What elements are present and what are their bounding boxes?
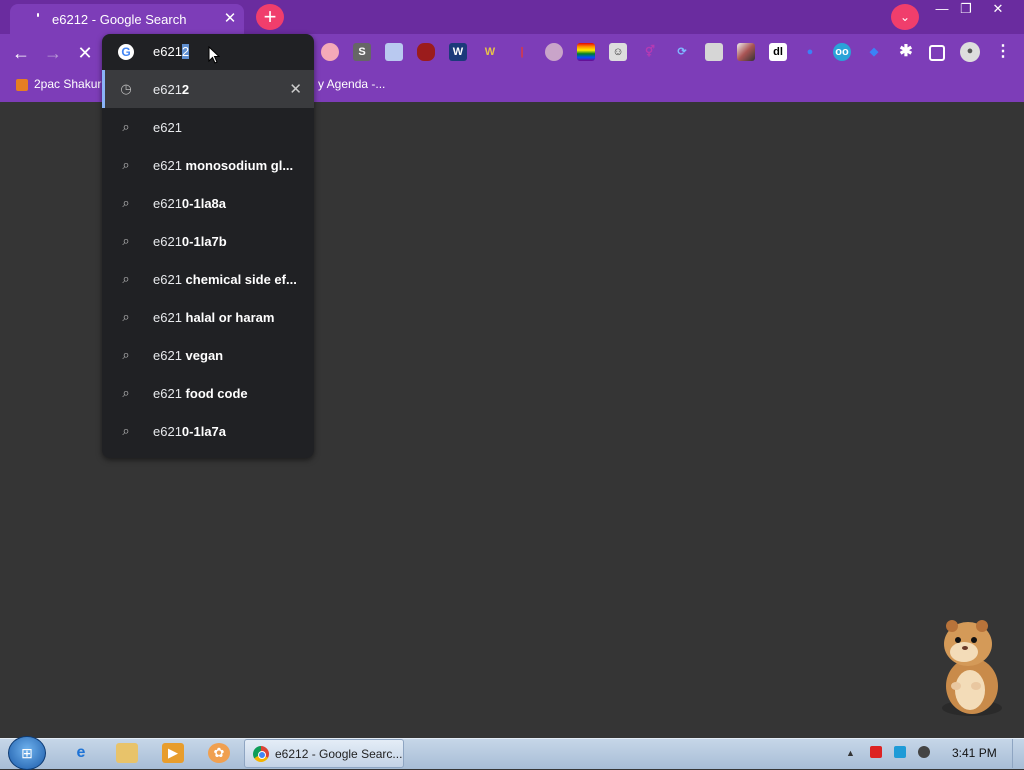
extension-box-icon[interactable]	[705, 43, 723, 61]
extension-trans-flag-icon[interactable]	[321, 43, 339, 61]
suggestion-label: e6210-1la7b	[153, 233, 227, 249]
task-label: e6212 - Google Searc...	[275, 746, 403, 761]
google-icon: G	[118, 44, 134, 60]
extension-flag-icon[interactable]	[385, 43, 403, 61]
extension-progress-flag-icon[interactable]	[737, 43, 755, 61]
sidepanel-icon[interactable]	[929, 45, 945, 61]
extension-face-icon[interactable]: ☺	[609, 43, 627, 61]
omnibox-dropdown: G e6212 ◷ e6212 ✕ ⌕ e621 ⌕ e621 monosodi…	[102, 34, 314, 458]
taskbar-clock[interactable]: 3:41 PM	[952, 746, 997, 760]
extension-drop-icon[interactable]: ●	[801, 43, 819, 61]
suggestion-label: e621 chemical side ef...	[153, 271, 297, 287]
suggestion-label: e621 vegan	[153, 347, 224, 363]
search-icon: ⌕	[122, 385, 130, 400]
suggestion-item[interactable]: ⌕ e6210-1la7a	[102, 412, 314, 450]
chrome-icon	[253, 745, 269, 762]
extension-eyes-icon[interactable]: oo	[833, 43, 851, 61]
typed-text: e621	[153, 44, 182, 59]
mouse-cursor-icon	[208, 46, 220, 64]
taskbar-chrome-task[interactable]: e6212 - Google Searc...	[244, 739, 404, 768]
media-player-icon[interactable]: ▶	[162, 743, 184, 763]
extension-ublock-icon[interactable]	[417, 43, 435, 61]
search-icon: ⌕	[122, 119, 130, 134]
new-tab-button[interactable]: +	[256, 4, 284, 30]
show-desktop-button[interactable]	[1012, 739, 1024, 768]
extension-elephant-icon[interactable]: ◆	[865, 43, 883, 61]
suggestion-item[interactable]: ⌕ e621 halal or haram	[102, 298, 314, 336]
tray-flag-icon[interactable]	[870, 746, 882, 758]
restore-button[interactable]: ❐	[952, 0, 980, 18]
suggestion-label: e621	[153, 119, 182, 135]
suggestion-item[interactable]: ⌕ e621 food code	[102, 374, 314, 412]
tab-close-icon[interactable]: ✕	[222, 11, 238, 27]
tab-title: e6212 - Google Search	[52, 11, 187, 27]
loading-icon	[32, 13, 44, 25]
forward-button[interactable]: →	[42, 42, 64, 64]
remove-suggestion-icon[interactable]: ✕	[289, 80, 302, 98]
selected-text: 2	[181, 44, 190, 59]
bookmark-agenda[interactable]: y Agenda -...	[318, 77, 385, 91]
suggestion-item[interactable]: ⌕ e621 chemical side ef...	[102, 260, 314, 298]
search-icon: ⌕	[122, 157, 130, 172]
bookmark-favicon-icon	[16, 78, 28, 91]
suggestion-label: e6210-1la7a	[153, 423, 227, 439]
search-icon: ⌕	[122, 195, 130, 210]
window-close-button[interactable]: ✕	[984, 0, 1012, 18]
extension-dl-icon[interactable]: dl	[769, 43, 787, 61]
suggestion-item[interactable]: ⌕ e621	[102, 108, 314, 146]
extension-pin-icon[interactable]: |	[513, 43, 531, 61]
suggestion-item[interactable]: ⌕ e621 vegan	[102, 336, 314, 374]
file-explorer-icon[interactable]	[116, 743, 138, 763]
back-button[interactable]: ←	[10, 42, 32, 64]
search-icon: ⌕	[122, 233, 130, 248]
extension-wi-icon[interactable]: W	[449, 43, 467, 61]
extension-w-icon[interactable]: W	[481, 43, 499, 61]
tray-network-icon[interactable]	[894, 746, 906, 758]
suggestion-label: e621 food code	[153, 385, 248, 401]
app-icon[interactable]: ✿	[208, 743, 230, 763]
suggestion-label: e6212	[153, 81, 190, 97]
start-button[interactable]: ⊞	[8, 736, 46, 770]
extension-rainbow-icon[interactable]	[577, 43, 595, 61]
menu-icon[interactable]: ⋮	[994, 43, 1012, 61]
suggestion-item[interactable]: ⌕ e6210-1la7b	[102, 222, 314, 260]
extension-s-icon[interactable]: S	[353, 43, 371, 61]
history-icon: ◷	[120, 81, 132, 96]
bookmark-2pac[interactable]: 2pac Shakur	[16, 77, 101, 91]
bookmark-label: y Agenda -...	[318, 77, 386, 91]
profile-avatar-icon[interactable]: ●	[960, 42, 980, 62]
search-icon: ⌕	[122, 423, 130, 438]
suggestion-item[interactable]: ⌕ e621 monosodium gl...	[102, 146, 314, 184]
extension-sync-icon[interactable]: ⟳	[673, 43, 691, 61]
tab-google-search[interactable]: e6212 - Google Search ✕	[10, 4, 244, 34]
search-icon: ⌕	[122, 347, 130, 362]
extensions-puzzle-icon[interactable]: ✱	[897, 43, 915, 61]
suggestion-label: e621 halal or haram	[153, 309, 275, 325]
tray-expand-icon[interactable]: ▲	[846, 749, 855, 758]
hamster-mascot-icon	[942, 620, 1002, 716]
stop-button[interactable]: ✕	[74, 42, 96, 64]
suggestion-history[interactable]: ◷ e6212 ✕	[102, 70, 314, 108]
search-icon: ⌕	[122, 271, 130, 286]
suggestion-label: e6210-1la8a	[153, 195, 227, 211]
tab-search-button[interactable]: ⌄	[891, 4, 919, 30]
suggestion-label: e621 monosodium gl...	[153, 157, 294, 173]
extension-symbol-icon[interactable]: ⚥	[641, 43, 659, 61]
extension-avatar-icon[interactable]	[545, 43, 563, 61]
address-input[interactable]: e6212	[153, 44, 190, 59]
tray-volume-icon[interactable]	[918, 746, 930, 758]
windows-logo-icon: ⊞	[21, 745, 33, 761]
internet-explorer-icon[interactable]: e	[70, 743, 92, 763]
suggestion-item[interactable]: ⌕ e6210-1la8a	[102, 184, 314, 222]
bookmark-label: 2pac Shakur	[34, 77, 102, 91]
search-icon: ⌕	[122, 309, 130, 324]
